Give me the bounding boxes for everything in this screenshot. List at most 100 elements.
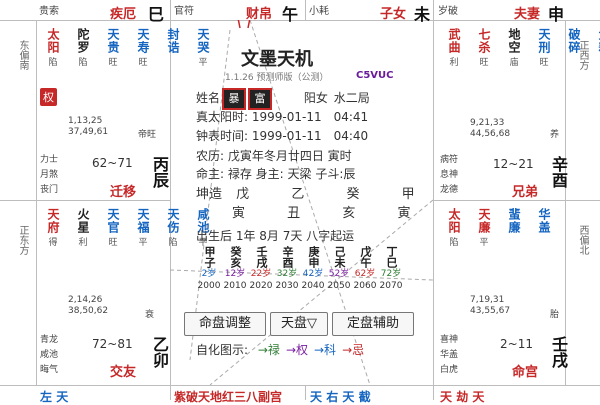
star-name: 破碎 [567,28,581,54]
dayun-age: 12岁 [224,269,246,279]
qiankun-label: 坤造 [196,187,223,202]
star-column: 破碎 [560,28,588,70]
star-column: 陀罗陷 [69,28,97,70]
dayun-age: 2岁 [201,269,217,279]
branch-label: 乙卯 [150,336,169,368]
legend-item: →禄 [257,343,280,357]
decade-range: 12~21 [493,157,534,171]
age-numbers: 37,49,61 [68,127,109,137]
star-column: 天府得 [39,208,67,250]
star-column: 天福平 [129,208,157,250]
dayun-age: 32岁 [276,269,298,279]
calibration-helper-button[interactable]: 定盘辅助 [332,312,414,336]
star-name: 七杀 [477,28,491,54]
god-label: 晦气 [40,365,59,375]
star-label: 岁破 [438,6,458,17]
dayun-age: 72岁 [380,269,402,279]
brightness-label: 陷 [48,58,58,68]
god-label: 力士 [40,155,59,165]
brightness-label: 陷 [449,238,459,248]
dayun-column[interactable]: 甲子 2岁 2000 [196,246,222,292]
star-name: 武曲 [447,28,461,54]
adjust-chart-button[interactable]: 命盘调整 [184,312,266,336]
direction-label: 西偏北 [577,225,588,255]
name-row: 姓名暴富 阳女 水二局 [196,88,372,110]
star-name: 华盖 [537,208,551,234]
luck-start: 出生后 1年 8月 7天 八字起运 [196,229,355,243]
star-column: 地空庙 [500,28,528,70]
sky-chart-dropdown[interactable]: 天盘▽ [270,312,328,336]
gender-label: 阳女 [303,91,328,105]
bottom-star: 天 [472,390,485,404]
dayun-column[interactable]: 戊午 62岁 2060 [352,246,378,292]
bazi-char: 癸 [346,187,360,202]
brightness-label: 陷 [78,58,88,68]
bottom-star: 左 [40,390,53,404]
star-column: 七杀旺 [470,28,498,70]
palace-name[interactable]: 交友 [110,361,136,380]
masked-name-char: 富 [248,88,273,110]
decade-range: 72~81 [92,337,133,351]
brightness-label: 利 [449,58,459,68]
decade-range: 2~11 [500,337,533,351]
branch-label: 申 [548,5,565,24]
dayun-column[interactable]: 辛酉 32岁 2030 [274,246,300,292]
star-name: 天廉 [477,208,491,234]
app-title: 文墨天机 [241,49,313,70]
star-name: 天府 [46,208,60,234]
legend-label: 自化图示: [196,343,249,357]
bottom-star: 紫破天地红三八副宫 [174,390,283,404]
star-column: 太阳陷 [39,28,67,70]
legend-item: →科 [314,343,337,357]
star-name: 火星 [76,208,90,234]
star-name: 天刑 [537,28,551,54]
palace-name[interactable]: 疾厄 [110,3,136,22]
decade-range: 62~71 [92,156,133,170]
brightness-label: 平 [138,238,148,248]
dayun-year: 2010 [223,281,247,291]
branch-label: 壬戌 [549,336,568,368]
palace-name[interactable]: 命宫 [512,361,538,380]
bazi-char: 乙 [291,187,305,202]
dayun-column[interactable]: 壬戌 22岁 2020 [248,246,274,292]
element-label: 水二局 [333,91,370,105]
direction-label: 东偏南 [17,40,28,70]
bazi-char: 甲 [401,187,415,202]
dayun-year: 2060 [353,281,377,291]
palace-name[interactable]: 兄弟 [512,181,538,200]
legend-row: 自化图示: →禄 →权 →科 →忌 [196,342,368,359]
bazi-bottom-row: 寅 丑 亥 寅 [232,205,412,222]
bottom-star: 天 [310,390,323,404]
palace-name[interactable]: 夫妻 [514,3,540,22]
dayun-year: 2040 [301,281,325,291]
dayun-stem: 己未 [333,246,346,268]
life-stage: 衰 [145,310,155,320]
god-label: 息神 [440,170,459,180]
god-label: 丧门 [40,185,59,195]
dayun-column[interactable]: 己未 52岁 2050 [326,246,352,292]
bazi-char: 亥 [342,206,356,221]
life-body-master: 命主: 禄存 身主: 天梁 子斗:辰 [196,167,356,181]
lunar-date: 农历: 戊寅年冬月廿四日 寅时 [196,149,352,163]
god-label: 龙德 [440,185,459,195]
star-column: 华盖 [530,208,558,250]
dayun-column[interactable]: 癸亥 12岁 2010 [222,246,248,292]
brightness-label: 旺 [479,58,489,68]
star-column: 天寿旺 [129,28,157,70]
dayun-column[interactable]: 丁巳 72岁 2070 [378,246,404,292]
bazi-char: 丑 [287,206,301,221]
dayun-column[interactable]: 庚申 42岁 2040 [300,246,326,292]
palace-name[interactable]: 迁移 [110,181,136,200]
star-column: 火星利 [69,208,97,250]
dayun-stem: 癸亥 [229,246,242,268]
bazi-char: 寅 [397,206,411,221]
star-columns: 武曲利七杀旺地空庙天刑旺破碎大耗龙德 [440,28,600,70]
god-label: 华盖 [440,350,459,360]
star-columns: 太阳陷天廉平蜚廉 华盖 [440,208,558,250]
dayun-age: 52岁 [328,269,350,279]
brightness-label: 庙 [509,58,519,68]
branch-label: 巳 [148,5,165,24]
god-label: 青龙 [40,335,59,345]
age-numbers: 7,19,31 [470,295,505,305]
bazi-char: 寅 [232,206,246,221]
